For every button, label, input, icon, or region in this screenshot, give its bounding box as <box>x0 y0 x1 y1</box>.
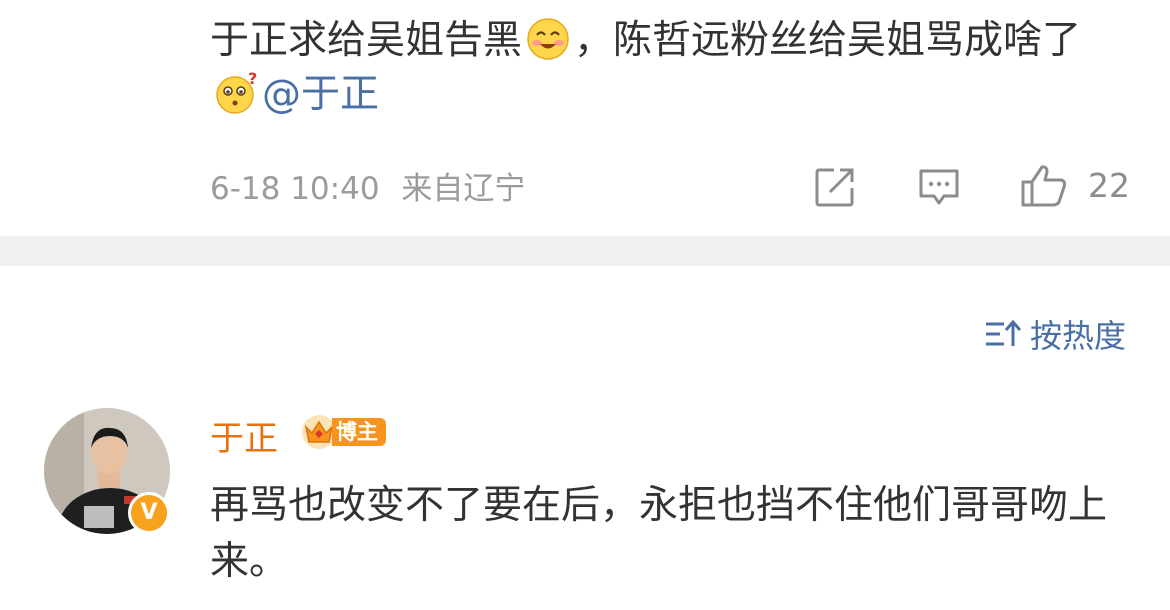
post-text-part-2: ，陈哲远粉丝给吴姐骂成啥了 <box>574 18 1082 63</box>
sort-by-hot-button[interactable]: 按热度 <box>984 311 1126 357</box>
sort-label: 按热度 <box>1029 317 1126 355</box>
sort-icon <box>985 319 1022 346</box>
post-text: 于正求给吴姐告黑 ，陈哲远粉丝给吴姐骂成啥了 ? @于正 <box>210 14 1110 122</box>
share-button[interactable] <box>814 166 856 212</box>
post-meta: 6-18 10:40 来自辽宁 <box>210 163 525 208</box>
share-icon <box>815 168 854 207</box>
verified-badge-icon: V <box>128 492 170 534</box>
confused-emoji-icon: ? <box>214 69 258 115</box>
blush-emoji-icon <box>526 17 570 61</box>
mention-link[interactable]: @于正 <box>262 72 379 117</box>
blogger-badge-label: 博主 <box>332 418 386 446</box>
blogger-badge: 博主 <box>300 413 386 451</box>
svg-text:?: ? <box>248 71 257 88</box>
section-divider <box>0 236 1170 266</box>
comment-icon <box>919 169 959 205</box>
thumbs-up-icon <box>1021 165 1067 207</box>
like-button[interactable] <box>1020 164 1068 212</box>
reply-username[interactable]: 于正 <box>210 411 278 460</box>
like-count: 22 <box>1088 166 1130 205</box>
reply-text: 再骂也改变不了要在后，永拒也挡不住他们哥哥吻上来。 <box>210 483 1108 584</box>
post-time: 6-18 10:40 <box>210 171 380 207</box>
post-text-part-1: 于正求给吴姐告黑 <box>210 18 523 63</box>
post-location: 来自辽宁 <box>401 171 526 207</box>
comment-button[interactable] <box>918 168 960 210</box>
